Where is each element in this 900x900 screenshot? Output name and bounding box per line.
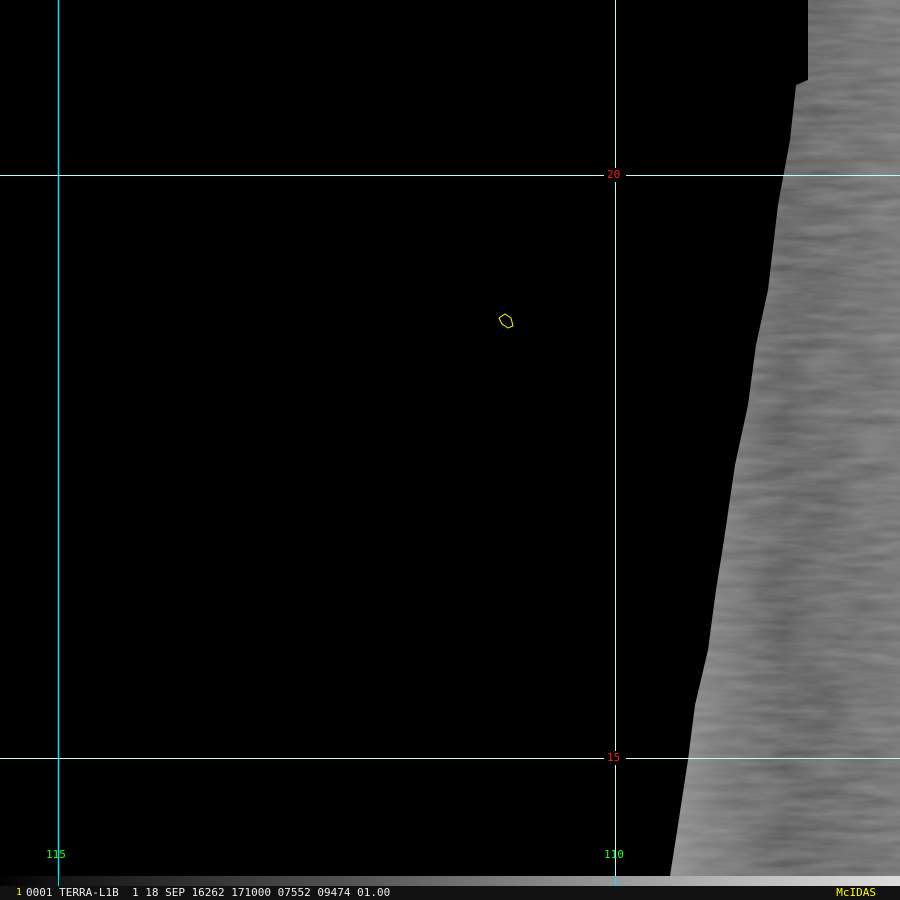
grayscale-colorbar	[0, 876, 900, 886]
lon-label-115: 115	[46, 848, 66, 861]
imagery-frame	[0, 0, 900, 876]
island-coastline	[498, 313, 514, 329]
status-bar: 1 0001 TERRA-L1B 1 18 SEP 16262 171000 0…	[0, 886, 900, 900]
lat-label-15: 15	[607, 751, 621, 764]
satellite-image-view: 20 15 115 110 1 0001 TERRA-L1B 1 18 SEP …	[0, 0, 900, 900]
imagery-layer	[0, 0, 900, 876]
cloud-texture	[670, 0, 900, 876]
image-info: 0001 TERRA-L1B 1 18 SEP 16262 171000 075…	[26, 886, 391, 899]
mcidas-brand: McIDAS	[836, 886, 876, 899]
lat-label-20: 20	[607, 168, 621, 181]
lon-label-110: 110	[604, 848, 624, 861]
frame-number: 1	[16, 887, 23, 898]
